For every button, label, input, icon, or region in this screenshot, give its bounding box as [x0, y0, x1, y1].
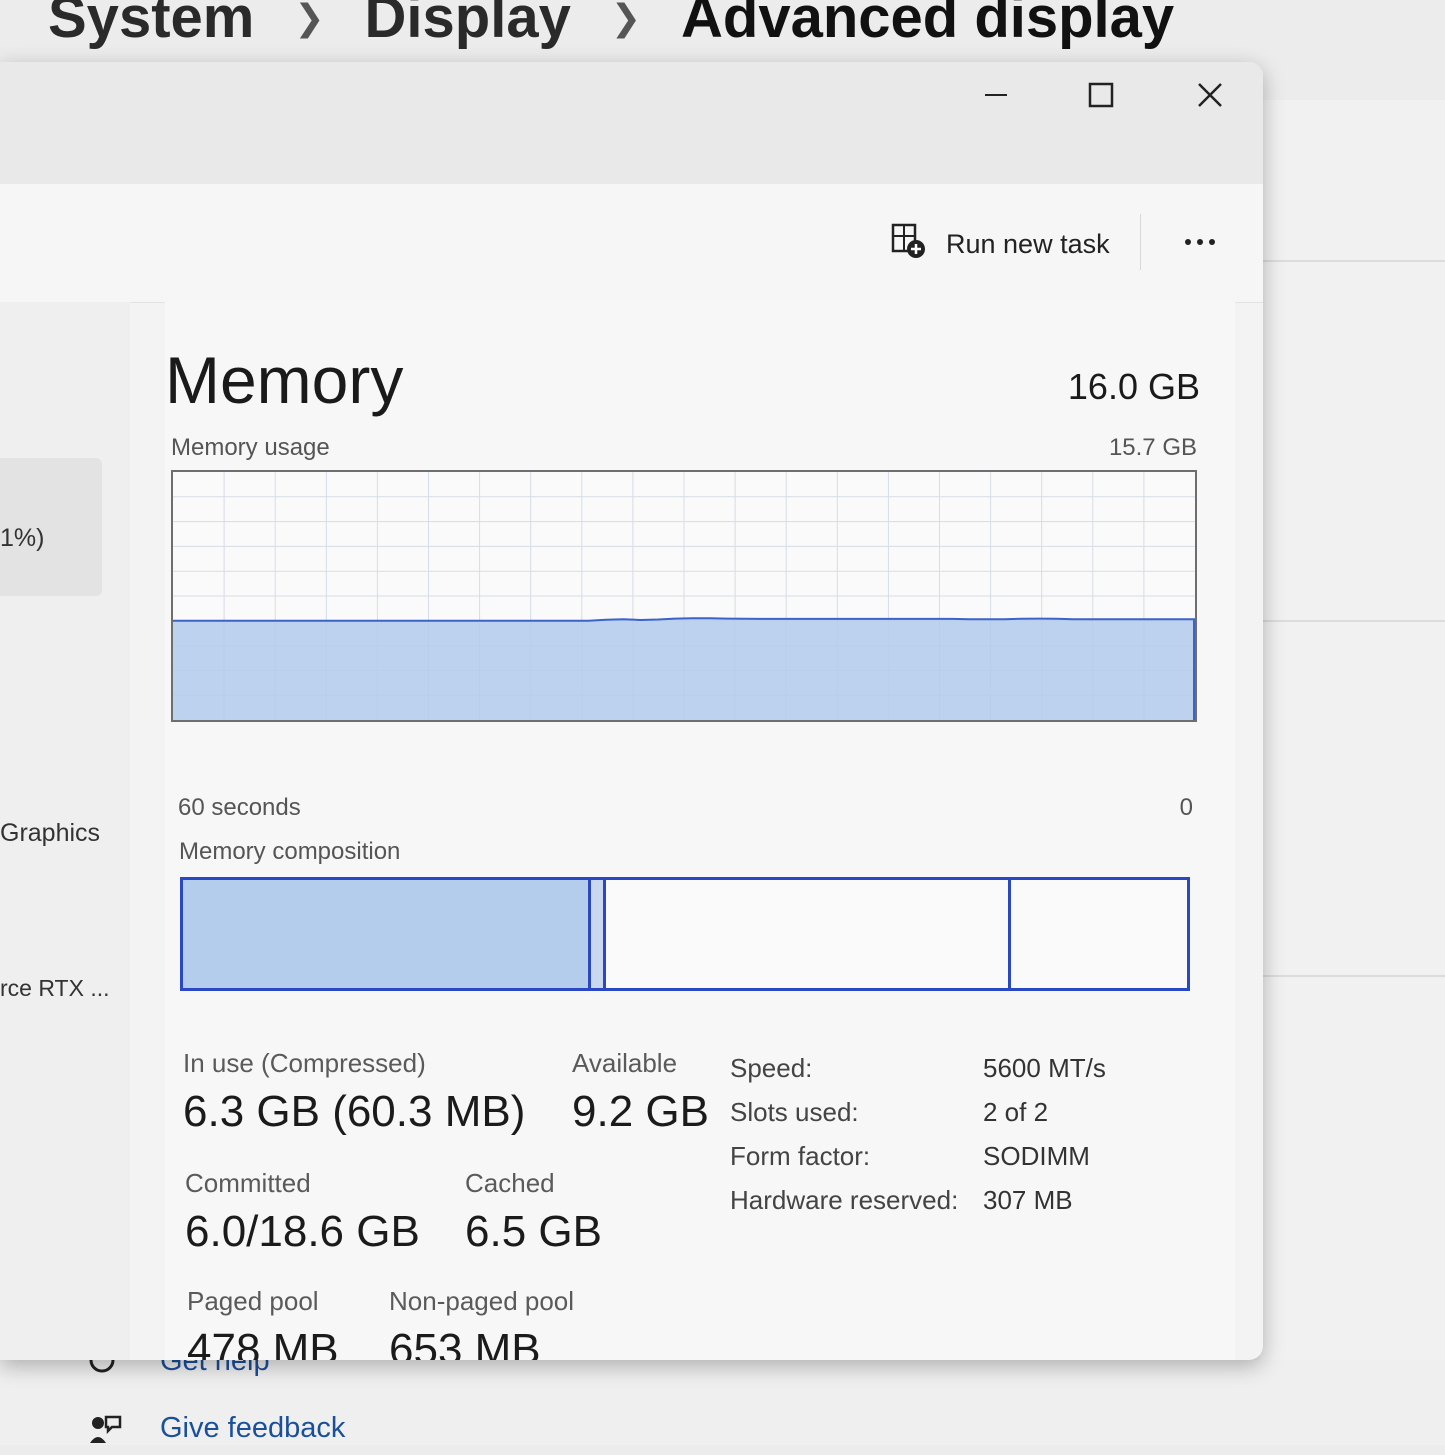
composition-in-use[interactable]: [183, 880, 591, 988]
stat-available-value: 9.2 GB: [572, 1087, 709, 1136]
give-feedback-label: Give feedback: [160, 1412, 346, 1444]
run-new-task-label: Run new task: [946, 229, 1110, 259]
nav-item-gpu-rtx[interactable]: rce RTX ...: [0, 975, 110, 1002]
nav-item-gpu-graphics[interactable]: Graphics: [0, 819, 100, 848]
stat-paged-pool-value: 478 MB: [187, 1325, 339, 1360]
memory-usage-graph: [171, 470, 1197, 722]
toolbar-divider: [1140, 214, 1141, 270]
stat-in-use: In use (Compressed) 6.3 GB (60.3 MB): [183, 1048, 525, 1137]
feedback-icon: [88, 1413, 122, 1445]
graph-time-span-label: 60 seconds: [178, 794, 301, 821]
stat-paged-pool-label: Paged pool: [187, 1286, 319, 1316]
more-options-button[interactable]: [1170, 220, 1230, 264]
close-icon: [1197, 82, 1223, 113]
minimize-button[interactable]: [946, 62, 1046, 132]
minimize-icon: [984, 83, 1008, 112]
composition-free[interactable]: [1011, 880, 1187, 988]
close-button[interactable]: [1160, 62, 1260, 132]
task-manager-window: Run new task 1%) Graphics rce RTX ... Me…: [0, 62, 1263, 1360]
property-form-factor: Form factor: SODIMM: [730, 1134, 1106, 1178]
memory-composition-bar: [180, 877, 1190, 991]
property-value: 307 MB: [983, 1184, 1073, 1215]
property-key: Form factor:: [730, 1140, 871, 1171]
stat-cached-label: Cached: [465, 1168, 555, 1198]
run-new-task-icon: [890, 222, 928, 267]
stat-in-use-label: In use (Compressed): [183, 1048, 426, 1078]
graph-time-end-label: 0: [1179, 794, 1193, 821]
property-speed: Speed: 5600 MT/s: [730, 1046, 1106, 1090]
breadcrumb-item-system[interactable]: System: [48, 0, 254, 51]
stat-committed-value: 6.0/18.6 GB: [185, 1207, 420, 1256]
property-value: SODIMM: [983, 1140, 1090, 1171]
more-options-icon: [1185, 239, 1191, 245]
breadcrumb: System ❯ Display ❯ Advanced display: [48, 0, 1174, 51]
breadcrumb-item-display[interactable]: Display: [365, 0, 571, 51]
property-key: Slots used:: [730, 1096, 859, 1127]
toolbar: Run new task: [0, 184, 1263, 303]
stat-cached: Cached 6.5 GB: [465, 1168, 602, 1257]
nav-item-memory-percent[interactable]: 1%): [0, 524, 44, 553]
memory-usage-max: 15.7 GB: [1108, 434, 1197, 461]
stat-non-paged-pool-label: Non-paged pool: [389, 1286, 575, 1316]
stat-committed: Committed 6.0/18.6 GB: [185, 1168, 420, 1257]
title-bar[interactable]: [0, 62, 1263, 184]
stat-non-paged-pool-value: 653 MB: [389, 1325, 541, 1360]
memory-performance-panel: Memory 16.0 GB Memory usage 15.7 GB 60 s…: [165, 302, 1235, 1360]
memory-properties: Speed: 5600 MT/s Slots used: 2 of 2 Form…: [730, 1046, 1106, 1222]
composition-modified[interactable]: [591, 880, 606, 988]
stat-available: Available 9.2 GB: [572, 1048, 709, 1137]
breadcrumb-item-advanced-display: Advanced display: [681, 0, 1175, 50]
memory-usage-area: [173, 618, 1195, 720]
property-value: 5600 MT/s: [983, 1052, 1106, 1083]
memory-usage-chart: [173, 472, 1195, 720]
property-key: Speed:: [730, 1052, 813, 1083]
navigation-pane: 1%) Graphics rce RTX ...: [0, 302, 130, 1360]
run-new-task-button[interactable]: Run new task: [890, 222, 1110, 267]
settings-content-panel: [1260, 100, 1445, 1360]
give-feedback-link[interactable]: Give feedback: [88, 1412, 345, 1445]
page-title: Memory: [165, 343, 404, 417]
stat-committed-label: Committed: [185, 1168, 311, 1198]
chevron-right-icon: ❯: [294, 0, 325, 38]
maximize-button[interactable]: [1051, 62, 1151, 132]
memory-composition-label: Memory composition: [179, 838, 401, 865]
stat-cached-value: 6.5 GB: [465, 1207, 602, 1256]
property-hardware-reserved: Hardware reserved: 307 MB: [730, 1178, 1106, 1222]
maximize-icon: [1088, 82, 1114, 113]
property-slots-used: Slots used: 2 of 2: [730, 1090, 1106, 1134]
stat-available-label: Available: [572, 1048, 678, 1078]
chevron-right-icon: ❯: [610, 0, 642, 38]
stat-paged-pool: Paged pool 478 MB: [187, 1286, 339, 1360]
stat-in-use-value: 6.3 GB (60.3 MB): [183, 1087, 526, 1136]
composition-standby[interactable]: [606, 880, 1011, 988]
property-key: Hardware reserved:: [730, 1184, 959, 1215]
property-value: 2 of 2: [983, 1096, 1049, 1127]
stat-non-paged-pool: Non-paged pool 653 MB: [389, 1286, 574, 1360]
memory-usage-label: Memory usage: [171, 434, 330, 461]
memory-total: 16.0 GB: [1067, 366, 1200, 407]
